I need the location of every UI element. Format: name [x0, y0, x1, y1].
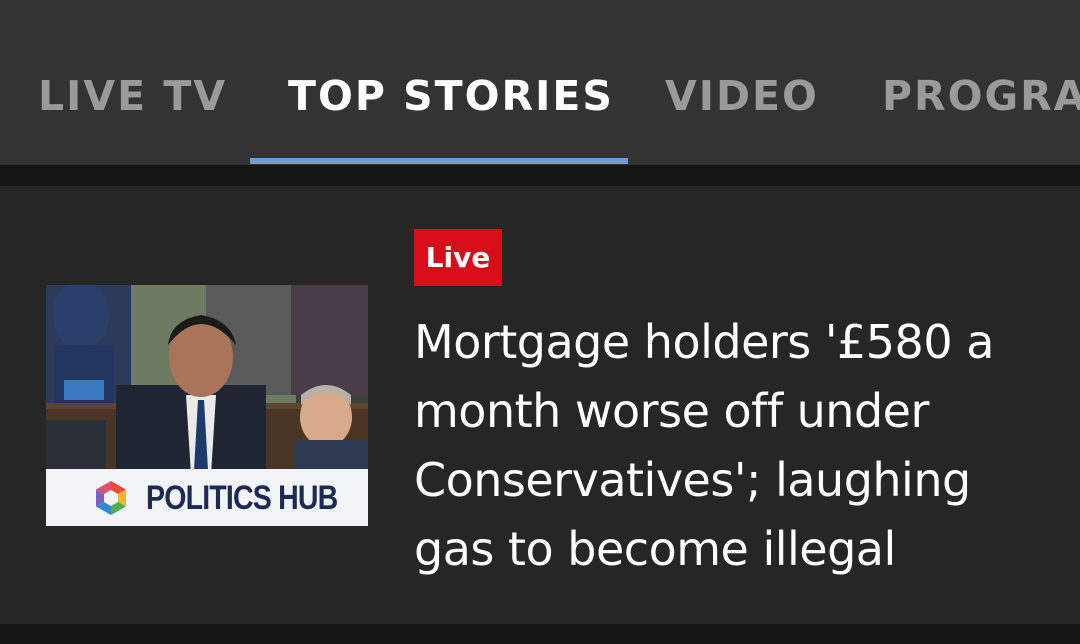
- live-badge: Live: [414, 229, 502, 286]
- tab-video[interactable]: VIDEO: [665, 72, 819, 120]
- top-navigation: LIVE TV TOP STORIES VIDEO PROGRAMMES: [0, 0, 1080, 165]
- divider: [0, 165, 1080, 186]
- politics-hub-banner: POLITICS HUB: [46, 469, 368, 526]
- divider-bottom: [0, 624, 1080, 644]
- tab-live-tv[interactable]: LIVE TV: [38, 72, 227, 120]
- story-card[interactable]: POLITICS HUB Live Mortgage holders '£580…: [0, 186, 1080, 624]
- tab-top-stories[interactable]: TOP STORIES: [288, 72, 614, 120]
- politics-hub-hexagon-icon: [96, 481, 126, 515]
- tab-programmes[interactable]: PROGRAMMES: [882, 72, 1080, 120]
- story-thumbnail: POLITICS HUB: [46, 285, 368, 526]
- active-tab-indicator: [250, 158, 628, 164]
- story-headline[interactable]: Mortgage holders '£580 a month worse off…: [414, 308, 1054, 584]
- politics-hub-label: POLITICS HUB: [146, 479, 338, 517]
